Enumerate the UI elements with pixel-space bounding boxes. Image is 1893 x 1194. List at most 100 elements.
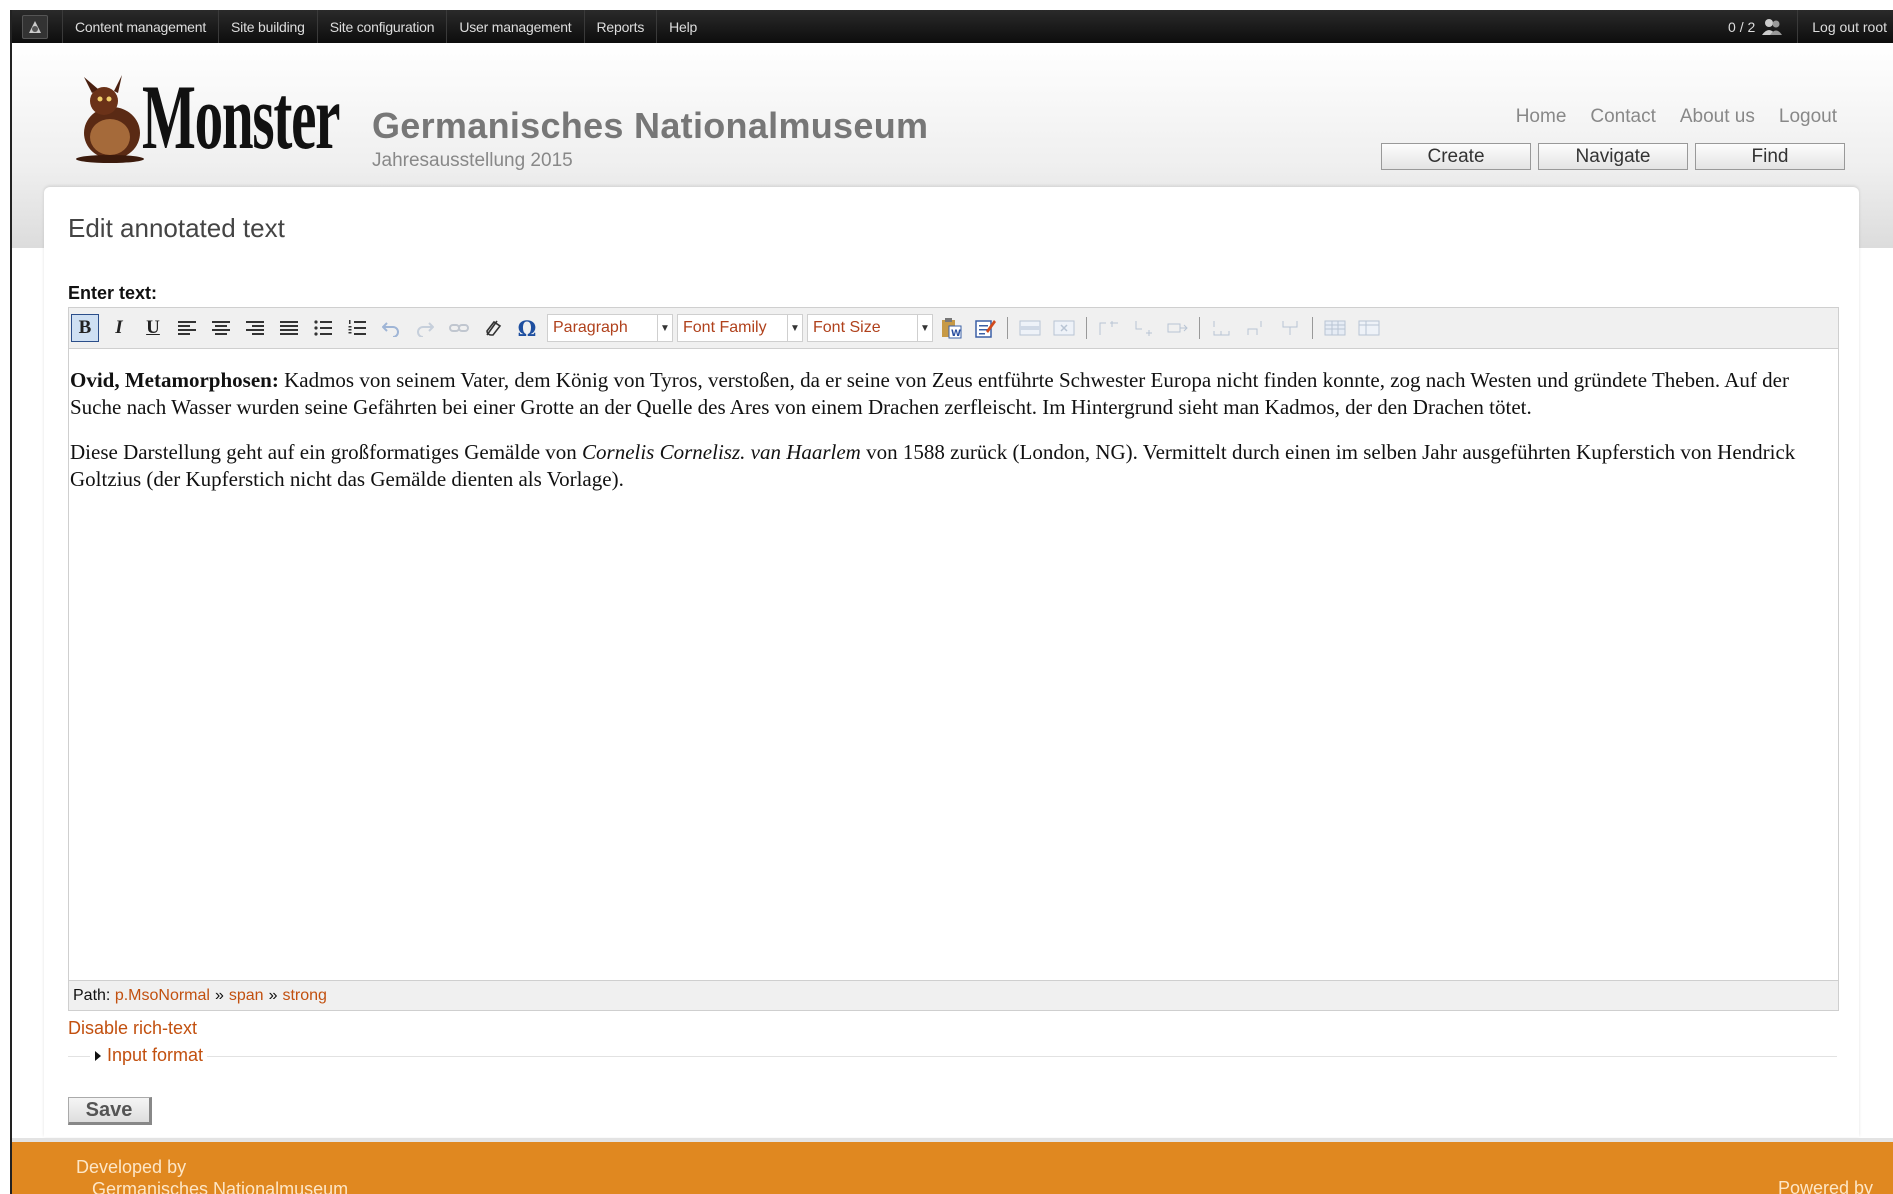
split-cells-button[interactable] [1208, 314, 1236, 342]
toolbar-separator [1199, 317, 1200, 339]
admin-menu-user-management[interactable]: User management [446, 10, 583, 43]
save-button[interactable]: Save [68, 1097, 152, 1125]
admin-bar-right: 0 / 2 Log out root [1714, 10, 1893, 43]
redo-button[interactable] [411, 314, 439, 342]
align-left-icon [178, 321, 196, 335]
admin-menu-help[interactable]: Help [656, 10, 709, 43]
insert-col-after-button[interactable] [1129, 314, 1157, 342]
triangle-right-icon [95, 1050, 101, 1061]
rich-text-editor: B I U Ω Paragraph ▼ Font Family ▼ Font S… [68, 307, 1839, 1011]
disable-rich-text-link[interactable]: Disable rich-text [68, 1018, 197, 1039]
format-select[interactable]: Paragraph ▼ [547, 314, 673, 342]
split-cells-icon [1213, 321, 1230, 336]
logo-wordmark: Monster [142, 66, 340, 168]
paragraph-1-bold: Ovid, Metamorphosen: [70, 368, 279, 392]
navigate-button[interactable]: Navigate [1538, 143, 1688, 170]
table-layout-button[interactable] [1355, 314, 1383, 342]
align-right-icon [246, 321, 264, 335]
align-center-button[interactable] [207, 314, 235, 342]
link-icon [449, 324, 469, 332]
admin-menu-bar: Content management Site building Site co… [12, 10, 1893, 43]
table-col-before-icon [1099, 321, 1118, 335]
users-icon [1762, 18, 1783, 35]
developer-name[interactable]: Germanisches Nationalmuseum [76, 1178, 348, 1194]
path-item-span[interactable]: span [229, 987, 264, 1005]
developed-by-label: Developed by [76, 1157, 187, 1177]
delete-col-button[interactable] [1163, 314, 1191, 342]
font-family-select[interactable]: Font Family ▼ [677, 314, 803, 342]
path-label: Path: [73, 986, 111, 1004]
path-item-p[interactable]: p.MsoNormal [115, 987, 210, 1005]
editor-content[interactable]: Ovid, Metamorphosen: Kadmos von seinem V… [69, 349, 1838, 957]
editor-path-bar: Path: p.MsoNormal » span » strong [69, 980, 1838, 1010]
header-action-buttons: Create Navigate Find [1381, 143, 1845, 170]
delete-row-button[interactable] [1050, 314, 1078, 342]
users-online[interactable]: 0 / 2 [1714, 10, 1797, 43]
font-size-select[interactable]: Font Size ▼ [807, 314, 933, 342]
justify-button[interactable] [275, 314, 303, 342]
insert-col-before-button[interactable] [1095, 314, 1123, 342]
page-title: Edit annotated text [68, 213, 285, 243]
nav-about-us[interactable]: About us [1680, 106, 1755, 128]
nav-logout[interactable]: Logout [1779, 106, 1837, 128]
table-col-after-icon [1135, 321, 1152, 336]
link-button[interactable] [445, 314, 473, 342]
font-family-chevron-icon: ▼ [787, 315, 802, 341]
insert-row-before-button[interactable] [1016, 314, 1044, 342]
admin-menu-site-building[interactable]: Site building [218, 10, 317, 43]
undo-button[interactable] [377, 314, 405, 342]
admin-logout-link[interactable]: Log out root [1797, 10, 1893, 43]
toolbar-separator [1086, 317, 1087, 339]
nav-contact[interactable]: Contact [1590, 106, 1655, 128]
text-field-label: Enter text: [68, 283, 158, 303]
site-name[interactable]: Germanisches Nationalmuseum [372, 105, 928, 147]
input-format-toggle[interactable]: Input format [90, 1045, 208, 1066]
path-separator: » [268, 986, 278, 1004]
numbered-list-icon [348, 320, 366, 335]
toolbar-separator [1007, 317, 1008, 339]
create-button[interactable]: Create [1381, 143, 1531, 170]
table-delete-col-icon [1167, 323, 1188, 333]
admin-menu-reports[interactable]: Reports [583, 10, 657, 43]
footer-developed-by: Developed by Germanisches Nationalmuseum [76, 1156, 348, 1194]
edit-html-button[interactable] [971, 314, 999, 342]
redo-icon [417, 322, 434, 337]
bold-button[interactable]: B [71, 314, 99, 342]
undo-icon [382, 322, 399, 337]
site-footer: Developed by Germanisches Nationalmuseum… [12, 1138, 1893, 1194]
table-delete-row-icon [1053, 320, 1075, 336]
admin-menu: Content management Site building Site co… [62, 10, 709, 43]
admin-menu-site-configuration[interactable]: Site configuration [316, 10, 447, 43]
paste-word-icon: W [942, 318, 962, 339]
path-item-strong[interactable]: strong [282, 987, 326, 1005]
paragraph-1-text: Kadmos von seinem Vater, dem König von T… [70, 368, 1789, 419]
underline-button[interactable]: U [139, 314, 167, 342]
monster-mascot-icon [76, 75, 144, 163]
drupal-icon[interactable] [22, 14, 48, 39]
insert-table-button[interactable] [1321, 314, 1349, 342]
admin-menu-content-management[interactable]: Content management [62, 10, 218, 43]
format-select-value: Paragraph [553, 319, 628, 336]
align-justify-icon [280, 321, 298, 335]
align-left-button[interactable] [173, 314, 201, 342]
browser-frame: Content management Site building Site co… [10, 10, 1893, 1194]
font-size-select-value: Font Size [813, 319, 881, 336]
remove-format-button[interactable] [479, 314, 507, 342]
paragraph-2-italic: Cornelis Cornelisz. van Haarlem [582, 440, 861, 464]
bullet-list-button[interactable] [309, 314, 337, 342]
table-props-button[interactable] [1276, 314, 1304, 342]
align-right-button[interactable] [241, 314, 269, 342]
paragraph-2: Diese Darstellung geht auf ein großforma… [70, 439, 1838, 493]
numbered-list-button[interactable] [343, 314, 371, 342]
eraser-icon [486, 320, 502, 336]
table-row-icon [1019, 320, 1041, 336]
svg-text:W: W [951, 329, 961, 339]
special-char-button[interactable]: Ω [513, 314, 541, 342]
content-area: Edit annotated text Enter text: B I U Ω … [44, 187, 1859, 1137]
merge-cells-button[interactable] [1242, 314, 1270, 342]
nav-home[interactable]: Home [1516, 106, 1567, 128]
input-format-fieldset: Input format [68, 1045, 1837, 1066]
find-button[interactable]: Find [1695, 143, 1845, 170]
italic-button[interactable]: I [105, 314, 133, 342]
paste-word-button[interactable]: W [937, 314, 965, 342]
